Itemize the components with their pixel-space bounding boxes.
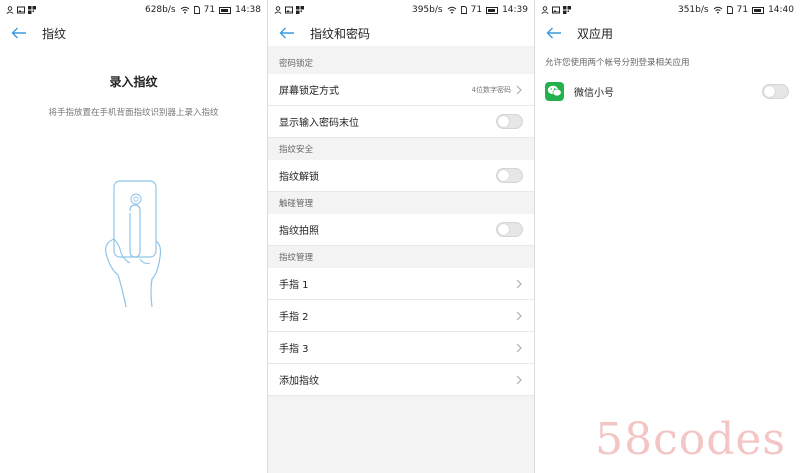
status-time: 14:38: [235, 5, 261, 15]
finger-row-2[interactable]: 手指 2: [268, 300, 534, 332]
back-button[interactable]: [279, 24, 297, 42]
fingerprint-unlock-toggle[interactable]: [496, 168, 523, 183]
person-icon: [541, 6, 549, 14]
add-fingerprint-label: 添加指纹: [279, 376, 319, 387]
image-icon: [552, 6, 560, 14]
show-last-digit-row: 显示输入密码末位: [268, 106, 534, 138]
dual-app-screen: 351b/s 71 14:40 双应用 允许您使用两个帐号分别登录相关应用 微信…: [535, 0, 800, 473]
status-bar: 351b/s 71 14:40: [535, 0, 800, 20]
status-time: 14:39: [502, 5, 528, 15]
chevron-right-icon: [516, 311, 522, 320]
battery-icon: [486, 6, 499, 14]
back-arrow-icon: [11, 27, 26, 39]
sim-icon: [193, 6, 200, 14]
chevron-right-icon: [516, 85, 522, 94]
chevron-right-icon: [516, 279, 522, 288]
page-title: 指纹: [42, 26, 67, 41]
page-title: 指纹和密码: [310, 26, 371, 41]
sim-icon: [460, 6, 467, 14]
fingerprint-photo-toggle[interactable]: [496, 222, 523, 237]
section-header-fingerprint-management: 指纹管理: [279, 253, 314, 263]
back-arrow-icon: [546, 27, 561, 39]
finger-label-1: 手指 1: [279, 280, 309, 291]
battery-icon: [752, 6, 765, 14]
wifi-icon: [180, 6, 189, 14]
show-last-digit-toggle[interactable]: [496, 114, 523, 129]
screen-lock-value: 4位数字密码: [471, 85, 511, 94]
image-icon: [17, 6, 25, 14]
app-bar: 双应用: [535, 20, 800, 46]
section-header-fingerprint-security: 指纹安全: [279, 145, 314, 155]
back-arrow-icon: [279, 27, 294, 39]
fingerprint-unlock-label: 指纹解锁: [279, 172, 319, 183]
status-bar: 395b/s 71 14:39: [268, 0, 534, 20]
wifi-icon: [713, 6, 722, 14]
status-time: 14:40: [768, 5, 794, 15]
app-bar: 指纹和密码: [268, 20, 534, 46]
fingerprint-password-screen: 395b/s 71 14:39 指纹和密码 密码锁定 屏幕锁定方式 4位数字密码…: [268, 0, 534, 473]
add-fingerprint-row[interactable]: 添加指纹: [268, 364, 534, 396]
grid-icon: [296, 6, 304, 14]
battery-level: 71: [736, 5, 749, 15]
battery-level: 71: [203, 5, 216, 15]
fingerprint-photo-label: 指纹拍照: [279, 226, 319, 237]
battery-level: 71: [470, 5, 483, 15]
sim-icon: [726, 6, 733, 14]
section-header-password-lock: 密码锁定: [279, 59, 314, 69]
fingerprint-enroll-screen: 628b/s 71 14:38 指纹 录入指纹 将手指放置在手机背面指纹识别器上…: [0, 0, 267, 473]
chevron-right-icon: [516, 375, 522, 384]
wechat-dual-label: 微信小号: [574, 87, 614, 99]
grid-icon: [563, 6, 571, 14]
screen-lock-label: 屏幕锁定方式: [279, 86, 339, 97]
fingerprint-photo-row: 指纹拍照: [268, 214, 534, 246]
network-speed: 351b/s: [677, 5, 709, 15]
enroll-hint: 将手指放置在手机背面指纹识别器上录入指纹: [48, 108, 219, 118]
fingerprint-unlock-row: 指纹解锁: [268, 160, 534, 192]
show-last-digit-label: 显示输入密码末位: [279, 118, 359, 129]
app-bar: 指纹: [0, 20, 267, 46]
network-speed: 628b/s: [144, 5, 176, 15]
wechat-dual-row: 微信小号: [535, 75, 800, 107]
enroll-title: 录入指纹: [109, 75, 158, 89]
grid-icon: [28, 6, 36, 14]
person-icon: [274, 6, 282, 14]
finger-label-3: 手指 3: [279, 344, 309, 355]
screen-lock-row[interactable]: 屏幕锁定方式 4位数字密码: [268, 74, 534, 106]
watermark: 58codes: [595, 414, 786, 465]
section-header-touch-management: 触碰管理: [279, 199, 314, 209]
page-title: 双应用: [577, 26, 614, 41]
dual-app-description: 允许您使用两个帐号分别登录相关应用: [535, 49, 800, 75]
chevron-right-icon: [516, 343, 522, 352]
image-icon: [285, 6, 293, 14]
fingerprint-hand-icon: [105, 180, 162, 308]
battery-icon: [219, 6, 232, 14]
finger-label-2: 手指 2: [279, 312, 309, 323]
wechat-dual-toggle[interactable]: [762, 83, 789, 99]
back-button[interactable]: [546, 24, 564, 42]
back-button[interactable]: [11, 24, 29, 42]
finger-row-1[interactable]: 手指 1: [268, 268, 534, 300]
status-bar: 628b/s 71 14:38: [0, 0, 267, 20]
wechat-icon: [545, 81, 564, 101]
finger-row-3[interactable]: 手指 3: [268, 332, 534, 364]
wifi-icon: [447, 6, 456, 14]
network-speed: 395b/s: [411, 5, 443, 15]
person-icon: [6, 6, 14, 14]
